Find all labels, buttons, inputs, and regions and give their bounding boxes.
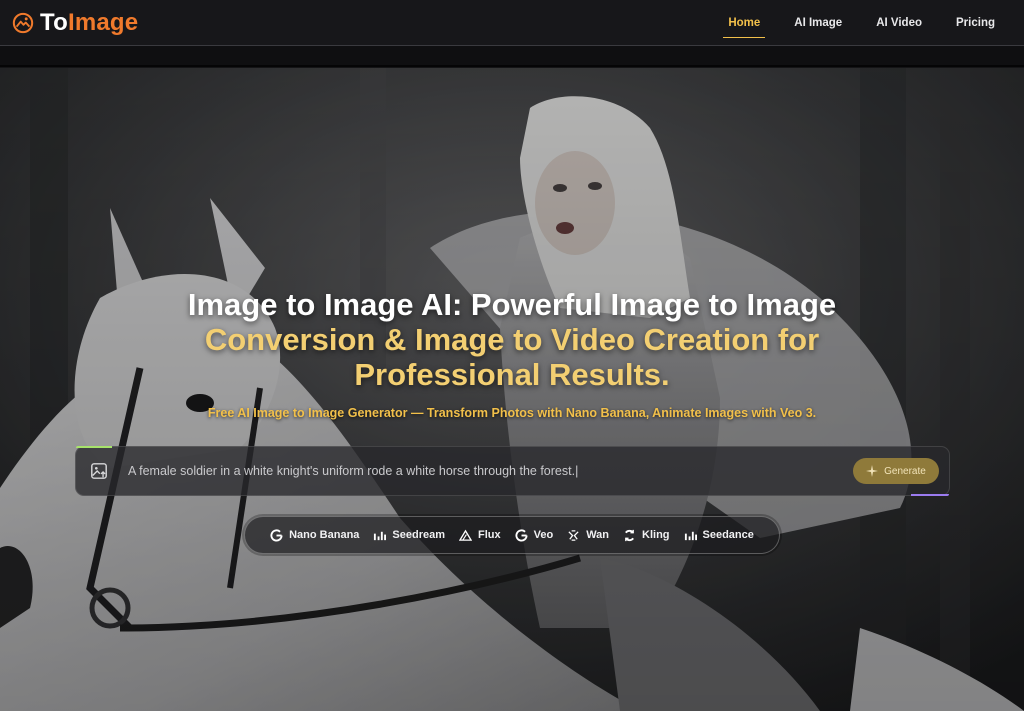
model-label: Flux (478, 529, 501, 541)
triangle-icon (459, 529, 472, 541)
nav-item-pricing[interactable]: Pricing (939, 0, 1012, 46)
google-icon (270, 528, 283, 541)
logo-text-image: Image (67, 8, 139, 36)
hero-section: Image to Image AI: Powerful Image to Ima… (0, 68, 1024, 711)
title-line-2: Conversion & Image to Video Creation for (204, 322, 820, 357)
hero-subtitle: Free AI Image to Image Generator — Trans… (207, 406, 817, 420)
title-line-1: Image to Image AI: Powerful Image to Ima… (187, 287, 837, 322)
model-label: Wan (586, 529, 610, 541)
header-divider-bar (0, 46, 1024, 67)
logo-icon (12, 12, 34, 33)
generate-button[interactable]: Generate (853, 458, 939, 484)
model-wan[interactable]: Wan (560, 529, 616, 542)
model-veo[interactable]: Veo (508, 528, 561, 542)
model-flux[interactable]: Flux (452, 529, 508, 542)
image-upload-icon[interactable] (90, 462, 108, 480)
google-icon (515, 528, 528, 541)
nav-item-home[interactable]: Home (711, 0, 777, 46)
page-title: Image to Image AI: Powerful Image to Ima… (112, 287, 912, 392)
model-seedream[interactable]: Seedream (366, 529, 452, 542)
sparkle-icon (866, 465, 879, 477)
nav-item-ai-video[interactable]: AI Video (859, 0, 939, 46)
model-label: Seedance (702, 529, 754, 541)
generate-button-label: Generate (884, 465, 926, 477)
nav-item-ai-image[interactable]: AI Image (777, 0, 859, 46)
prompt-input[interactable]: A female soldier in a white knight's uni… (128, 464, 853, 478)
model-selector-bar: Nano Banana Seedream Flux Veo Wan Kling (244, 516, 780, 554)
kling-icon (625, 529, 634, 541)
model-label: Seedream (392, 529, 445, 541)
bars-icon (684, 531, 697, 540)
model-label: Nano Banana (289, 529, 360, 541)
model-nano-banana[interactable]: Nano Banana (263, 528, 366, 542)
model-label: Kling (642, 529, 670, 541)
title-line-3: Professional Results. (354, 357, 670, 392)
main-nav: Home AI Image AI Video Pricing (711, 0, 1012, 46)
bars-icon (374, 531, 387, 540)
prompt-input-box[interactable]: A female soldier in a white knight's uni… (75, 446, 950, 496)
logo-text: ToImage (40, 9, 138, 37)
model-seedance[interactable]: Seedance (677, 529, 761, 542)
hero-content: Image to Image AI: Powerful Image to Ima… (0, 68, 1024, 711)
model-label: Veo (533, 529, 554, 541)
logo-text-to: To (40, 8, 68, 36)
wan-icon (568, 529, 579, 541)
model-kling[interactable]: Kling (616, 529, 677, 542)
logo[interactable]: ToImage (12, 9, 138, 37)
top-nav-bar: ToImage Home AI Image AI Video Pricing (0, 0, 1024, 46)
